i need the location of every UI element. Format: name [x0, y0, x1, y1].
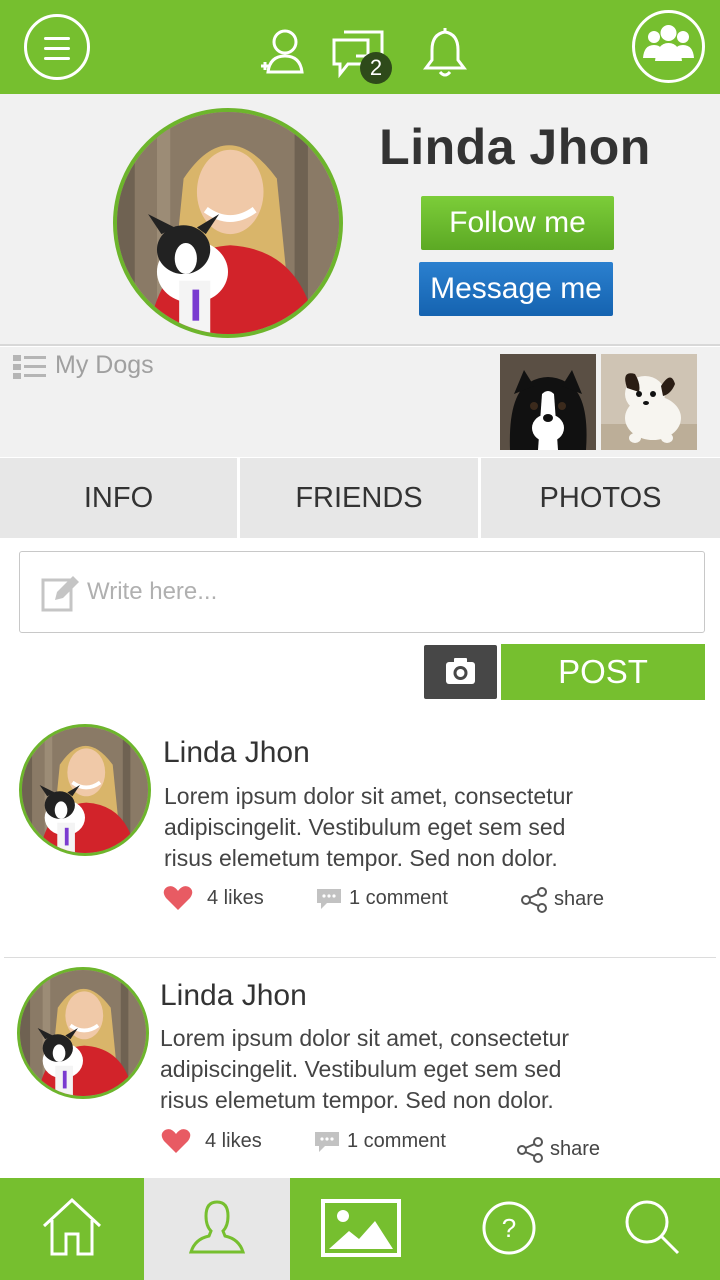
edit-icon [41, 576, 79, 612]
dog-photo[interactable] [601, 354, 697, 450]
comments-count[interactable]: 1 comment [349, 887, 448, 910]
share-label[interactable]: share [550, 1138, 600, 1161]
add-friend-icon[interactable] [258, 26, 308, 80]
tab-info[interactable]: INFO [0, 458, 237, 538]
dog-photo[interactable] [500, 354, 596, 450]
nav-home[interactable] [0, 1178, 144, 1280]
group-icon[interactable] [632, 10, 705, 83]
post-composer [19, 551, 705, 633]
share-icon[interactable] [516, 1137, 544, 1163]
post-author[interactable]: Linda Jhon [160, 979, 307, 1013]
avatar[interactable] [113, 108, 343, 338]
post-text: Lorem ipsum dolor sit amet, consectetur … [164, 783, 574, 871]
post-text: Lorem ipsum dolor sit amet, consectetur … [160, 1025, 570, 1113]
comment-icon[interactable] [315, 887, 343, 911]
tab-friends[interactable]: FRIENDS [240, 458, 478, 538]
camera-icon [446, 658, 475, 684]
nav-help[interactable]: ? [436, 1178, 580, 1280]
nav-profile[interactable] [144, 1178, 290, 1280]
menu-icon[interactable] [24, 14, 90, 80]
notification-badge: 2 [360, 52, 392, 84]
gallery-icon [321, 1199, 401, 1257]
share-icon[interactable] [520, 887, 548, 913]
profile-name: Linda Jhon [379, 119, 651, 175]
profile-icon [188, 1200, 246, 1254]
svg-text:?: ? [502, 1213, 516, 1243]
camera-button[interactable] [424, 645, 497, 699]
avatar[interactable] [19, 724, 151, 856]
top-bar: 2 [0, 0, 720, 94]
heart-icon[interactable] [161, 1128, 191, 1154]
tab-photos[interactable]: PHOTOS [481, 458, 720, 538]
comments-count[interactable]: 1 comment [347, 1130, 446, 1153]
search-icon [625, 1200, 680, 1255]
follow-button[interactable]: Follow me [421, 196, 614, 250]
post-button[interactable]: POST [501, 644, 705, 700]
share-label[interactable]: share [554, 888, 604, 911]
likes-count[interactable]: 4 likes [207, 887, 264, 910]
message-button[interactable]: Message me [419, 262, 613, 316]
my-dogs-section: My Dogs [0, 347, 720, 457]
avatar[interactable] [17, 967, 149, 1099]
home-icon [42, 1197, 102, 1256]
post-author[interactable]: Linda Jhon [163, 736, 310, 770]
profile-tabs: INFO FRIENDS PHOTOS [0, 458, 720, 538]
nav-search[interactable] [580, 1178, 720, 1280]
divider [4, 957, 716, 958]
profile-header: Linda Jhon Follow me Message me [0, 94, 720, 346]
likes-count[interactable]: 4 likes [205, 1130, 262, 1153]
bell-icon[interactable] [420, 26, 470, 80]
help-icon: ? [482, 1201, 536, 1255]
bottom-nav: ? [0, 1178, 720, 1280]
post-input[interactable] [87, 572, 677, 612]
heart-icon[interactable] [163, 885, 193, 911]
comment-icon[interactable] [313, 1130, 341, 1154]
list-icon [13, 355, 46, 379]
nav-gallery[interactable] [290, 1178, 436, 1280]
my-dogs-label: My Dogs [55, 351, 154, 379]
